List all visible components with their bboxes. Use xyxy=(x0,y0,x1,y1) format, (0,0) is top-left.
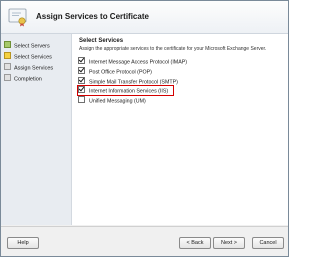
step-label: Completion xyxy=(14,76,42,83)
step-completion: Completion xyxy=(4,74,42,84)
next-button[interactable]: Next > xyxy=(213,237,245,249)
service-option-smtp[interactable]: Simple Mail Transfer Protocol (SMTP) xyxy=(78,77,178,86)
step-complete-icon xyxy=(4,41,11,48)
service-label: Unified Messaging (UM) xyxy=(89,98,146,105)
um-checkbox[interactable] xyxy=(78,96,85,103)
section-title: Select Services xyxy=(79,38,124,44)
cancel-button[interactable]: Cancel xyxy=(252,237,284,249)
service-option-pop[interactable]: Post Office Protocol (POP) xyxy=(78,67,152,76)
page-title: Assign Services to Certificate xyxy=(36,12,149,21)
wizard-footer: Help < Back Next > Cancel xyxy=(1,226,288,256)
step-label: Assign Services xyxy=(14,65,54,72)
service-option-um[interactable]: Unified Messaging (UM) xyxy=(78,96,146,105)
service-label: Internet Information Services (IIS) xyxy=(89,88,169,95)
service-label: Post Office Protocol (POP) xyxy=(89,69,152,76)
step-select-services: Select Services xyxy=(4,52,52,62)
certificate-icon xyxy=(8,8,27,27)
back-button[interactable]: < Back xyxy=(179,237,211,249)
service-option-imap[interactable]: Internet Message Access Protocol (IMAP) xyxy=(78,57,187,66)
service-label: Internet Message Access Protocol (IMAP) xyxy=(89,59,188,66)
imap-checkbox[interactable] xyxy=(78,57,85,64)
step-pending-icon xyxy=(4,74,11,81)
step-label: Select Services xyxy=(14,54,52,61)
service-label: Simple Mail Transfer Protocol (SMTP) xyxy=(89,79,178,86)
step-current-icon xyxy=(4,52,11,59)
smtp-checkbox[interactable] xyxy=(78,77,85,84)
iis-checkbox[interactable] xyxy=(78,86,85,93)
section-description: Assign the appropriate services to the c… xyxy=(79,46,267,52)
service-option-iis[interactable]: Internet Information Services (IIS) xyxy=(78,86,168,95)
step-select-servers: Select Servers xyxy=(4,41,50,51)
wizard-window: Assign Services to Certificate Select Se… xyxy=(0,0,289,257)
wizard-header: Assign Services to Certificate xyxy=(1,1,288,34)
help-button[interactable]: Help xyxy=(7,237,39,249)
wizard-steps-sidebar: Select Servers Select Services Assign Se… xyxy=(1,34,72,225)
pop-checkbox[interactable] xyxy=(78,67,85,74)
wizard-content: Select Services Assign the appropriate s… xyxy=(72,34,288,225)
step-label: Select Servers xyxy=(14,43,50,50)
step-assign-services: Assign Services xyxy=(4,63,53,73)
step-pending-icon xyxy=(4,63,11,70)
